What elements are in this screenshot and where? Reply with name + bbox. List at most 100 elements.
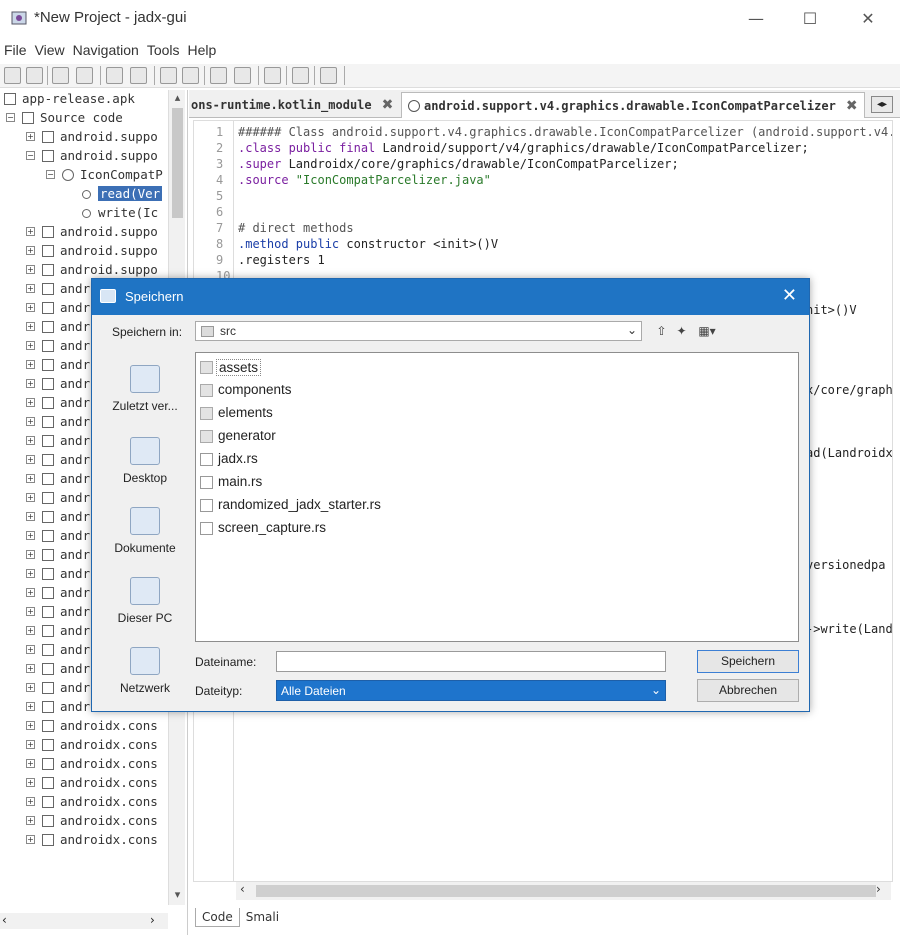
tree-package[interactable]: + android.suppo (0, 242, 168, 261)
scroll-right-icon[interactable]: › (876, 882, 881, 896)
scroll-thumb[interactable] (172, 108, 183, 218)
expand-icon[interactable]: + (26, 227, 35, 236)
tree-package[interactable]: + androidx.cons (0, 831, 168, 850)
deobfuscation-icon[interactable] (264, 67, 281, 84)
tree-method-read[interactable]: read(Ver (0, 185, 168, 204)
close-icon[interactable]: ✕ (782, 285, 797, 306)
expand-icon[interactable]: + (26, 778, 35, 787)
forward-icon[interactable] (234, 67, 251, 84)
filetype-combo[interactable]: Alle Dateien ⌄ (276, 680, 666, 701)
expand-icon[interactable]: + (26, 436, 35, 445)
expand-icon[interactable]: + (26, 607, 35, 616)
tree-package[interactable]: + androidx.cons (0, 755, 168, 774)
expand-icon[interactable]: + (26, 284, 35, 293)
tree-horizontal-scrollbar[interactable]: ‹ › (0, 913, 168, 929)
lookin-combo[interactable]: src ⌄ (195, 321, 642, 341)
scroll-thumb[interactable] (256, 885, 876, 897)
file-item[interactable]: randomized_jadx_starter.rs (200, 495, 500, 515)
expand-icon[interactable]: + (26, 246, 35, 255)
scroll-right-icon[interactable]: › (150, 913, 155, 927)
tree-package[interactable]: + androidx.cons (0, 717, 168, 736)
open-file-icon[interactable] (4, 67, 21, 84)
expand-icon[interactable]: + (26, 626, 35, 635)
expand-icon[interactable]: + (26, 512, 35, 521)
menu-help[interactable]: Help (184, 40, 221, 58)
save-button[interactable]: Speichern (697, 650, 799, 673)
expand-icon[interactable]: + (26, 816, 35, 825)
expand-icon[interactable]: + (26, 721, 35, 730)
tree-package[interactable]: + androidx.cons (0, 736, 168, 755)
view-menu-icon[interactable]: ▦▾ (695, 323, 719, 339)
expand-icon[interactable]: + (26, 379, 35, 388)
maximize-button[interactable]: ☐ (796, 6, 824, 32)
place-documents[interactable]: Dokumente (100, 507, 190, 555)
tree-package-expanded[interactable]: − android.suppo (0, 147, 168, 166)
expand-icon[interactable]: + (26, 455, 35, 464)
expand-icon[interactable]: + (26, 417, 35, 426)
expand-icon[interactable]: + (26, 759, 35, 768)
save-all-icon[interactable] (52, 67, 69, 84)
expand-icon[interactable]: + (26, 550, 35, 559)
expand-icon[interactable]: + (26, 645, 35, 654)
tab-code[interactable]: Code (195, 908, 240, 927)
expand-icon[interactable]: + (26, 702, 35, 711)
tree-method-write[interactable]: write(Ic (0, 204, 168, 223)
collapse-icon[interactable]: − (46, 170, 55, 179)
export-icon[interactable] (76, 67, 93, 84)
menu-navigation[interactable]: Navigation (69, 40, 143, 58)
tree-source-code[interactable]: − Source code (0, 109, 168, 128)
find-class-icon[interactable] (182, 67, 199, 84)
tree-package[interactable]: + androidx.cons (0, 774, 168, 793)
file-item[interactable]: jadx.rs (200, 449, 500, 469)
expand-icon[interactable]: + (26, 588, 35, 597)
expand-icon[interactable]: + (26, 322, 35, 331)
expand-icon[interactable]: + (26, 265, 35, 274)
file-item[interactable]: screen_capture.rs (200, 518, 500, 538)
file-list[interactable]: assets components elements generator jadx.rs… (195, 352, 799, 642)
preferences-icon[interactable] (320, 67, 337, 84)
tree-root[interactable]: app-release.apk (0, 90, 168, 109)
new-folder-icon[interactable]: ✦ (673, 323, 690, 339)
expand-icon[interactable]: + (26, 303, 35, 312)
scroll-left-icon[interactable]: ‹ (240, 882, 245, 896)
expand-icon[interactable]: + (26, 740, 35, 749)
expand-icon[interactable]: + (26, 132, 35, 141)
folder-item[interactable]: elements (200, 403, 500, 423)
place-desktop[interactable]: Desktop (100, 437, 190, 485)
search-text-icon[interactable] (160, 67, 177, 84)
expand-icon[interactable]: + (26, 493, 35, 502)
tab-list-icon[interactable]: ◂▸ (871, 96, 893, 113)
menu-tools[interactable]: Tools (143, 40, 184, 58)
expand-icon[interactable]: + (26, 664, 35, 673)
flatten-packages-icon[interactable] (130, 67, 147, 84)
folder-item[interactable]: components (200, 380, 500, 400)
expand-icon[interactable]: + (26, 835, 35, 844)
menu-file[interactable]: File (0, 40, 31, 58)
log-viewer-icon[interactable] (292, 67, 309, 84)
tab-kotlin-module[interactable]: ons-runtime.kotlin_module ✖ (189, 92, 393, 118)
close-window-button[interactable]: ✕ (854, 6, 882, 32)
cancel-button[interactable]: Abbrechen (697, 679, 799, 702)
tree-package[interactable]: + androidx.cons (0, 793, 168, 812)
collapse-icon[interactable]: − (6, 113, 15, 122)
scroll-down-icon[interactable]: ▾ (169, 887, 186, 903)
close-tab-icon[interactable]: ✖ (382, 92, 394, 118)
back-icon[interactable] (210, 67, 227, 84)
filename-input[interactable] (276, 651, 666, 672)
tree-package[interactable]: + androidx.cons (0, 812, 168, 831)
expand-icon[interactable]: + (26, 398, 35, 407)
tree-package[interactable]: + android.suppo (0, 128, 168, 147)
expand-icon[interactable]: + (26, 797, 35, 806)
menu-view[interactable]: View (31, 40, 69, 58)
place-network[interactable]: Netzwerk (100, 647, 190, 695)
expand-icon[interactable]: + (26, 683, 35, 692)
scroll-left-icon[interactable]: ‹ (2, 913, 7, 927)
folder-item[interactable]: assets (200, 357, 500, 377)
expand-icon[interactable]: + (26, 360, 35, 369)
expand-icon[interactable]: + (26, 341, 35, 350)
file-item[interactable]: main.rs (200, 472, 500, 492)
sync-tree-icon[interactable] (106, 67, 123, 84)
expand-icon[interactable]: + (26, 474, 35, 483)
collapse-icon[interactable]: − (26, 151, 35, 160)
folder-item[interactable]: generator (200, 426, 500, 446)
